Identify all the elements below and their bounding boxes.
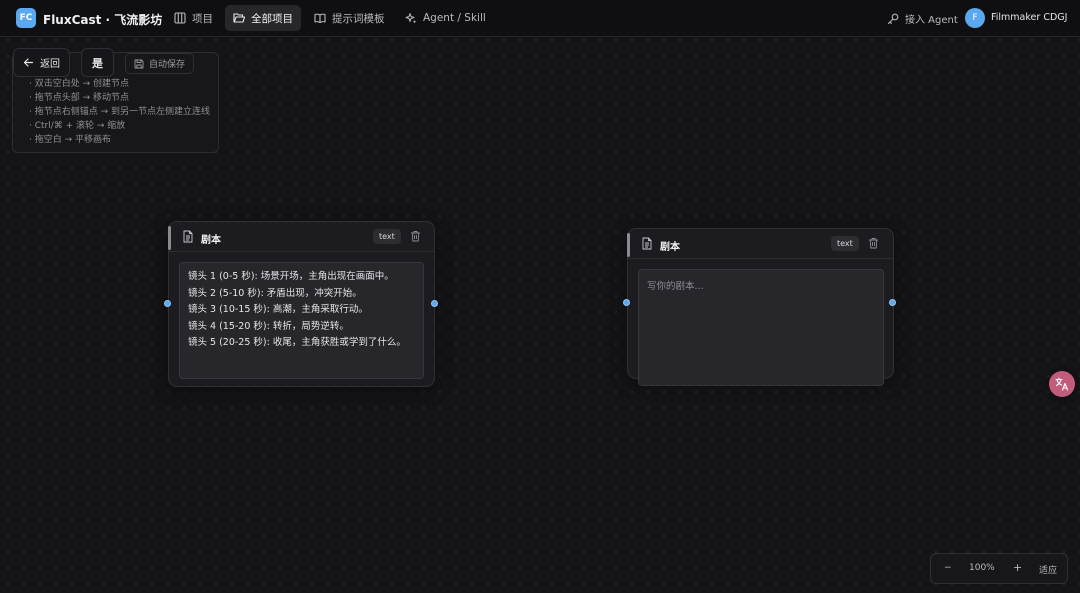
nav-agent-skill-label: Agent / Skill (423, 12, 486, 24)
nav-all-projects[interactable]: 全部项目 (225, 5, 301, 31)
nav-prompt-templates[interactable]: 提示词模板 (306, 5, 393, 31)
script-textarea[interactable]: 写你的剧本... (638, 269, 884, 386)
trash-icon[interactable] (410, 230, 421, 242)
translate-button[interactable] (1049, 371, 1075, 397)
output-port[interactable] (889, 299, 896, 306)
folder-open-icon (233, 13, 245, 23)
help-item: · 双击空白处 → 创建节点 (29, 79, 129, 89)
nav-projects[interactable]: 项目 (166, 5, 221, 31)
document-icon (183, 230, 193, 243)
back-button[interactable]: 返回 (13, 48, 70, 77)
back-label: 返回 (40, 59, 60, 70)
trash-icon[interactable] (868, 237, 879, 249)
input-port[interactable] (623, 299, 630, 306)
nav-projects-label: 项目 (192, 12, 213, 25)
zoom-in-button[interactable]: + (1013, 561, 1022, 574)
grid-icon (174, 12, 186, 24)
script-node-empty[interactable]: 剧本 text 写你的剧本... (627, 228, 894, 386)
connect-agent-button[interactable]: 接入 Agent (887, 11, 958, 26)
confirm-button[interactable]: 是 (81, 48, 114, 77)
script-line: 镜头 2 (5-10 秒): 矛盾出现，冲突开始。 (188, 287, 362, 299)
top-bar: FC FluxCast · 飞流影坊 项目 全部项目 提示词模板 Agent /… (0, 0, 1080, 37)
help-item: · 拖节点头部 → 移动节点 (29, 93, 129, 103)
document-icon (642, 237, 652, 250)
fit-view-button[interactable]: 适应 (1039, 563, 1057, 576)
autosave-button[interactable]: 自动保存 (125, 53, 195, 74)
sparkle-icon (405, 13, 417, 24)
autosave-label: 自动保存 (149, 60, 186, 70)
zoom-out-button[interactable]: − (944, 563, 952, 573)
script-content: 镜头 1 (0-5 秒): 场景开场，主角出现在画面中。 镜头 2 (5-10 … (188, 269, 406, 352)
script-node[interactable]: 剧本 text 镜头 1 (0-5 秒): 场景开场，主角出现在画面中。 镜头 … (168, 221, 435, 387)
help-item: · Ctrl/⌘ + 滚轮 → 缩放 (29, 121, 126, 131)
script-placeholder: 写你的剧本... (647, 281, 704, 292)
nav-prompt-templates-label: 提示词模板 (332, 12, 385, 25)
node-header[interactable]: 剧本 text (628, 229, 893, 259)
user-name[interactable]: Filmmaker CDGJ (991, 12, 1067, 23)
help-item: · 拖节点右侧锚点 → 到另一节点左侧建立连线 (29, 107, 210, 117)
zoom-controls: − 100% + 适应 (930, 553, 1068, 584)
node-header[interactable]: 剧本 text (169, 222, 434, 252)
zoom-level: 100% (969, 563, 995, 573)
avatar[interactable]: F (965, 8, 985, 28)
save-icon (134, 59, 144, 68)
arrow-left-icon (23, 58, 34, 67)
script-line: 镜头 4 (15-20 秒): 转折，局势逆转。 (188, 320, 349, 332)
key-icon (887, 13, 899, 24)
script-line: 镜头 1 (0-5 秒): 场景开场，主角出现在画面中。 (188, 271, 394, 282)
input-port[interactable] (164, 300, 171, 307)
script-line: 镜头 3 (10-15 秒): 高潮，主角采取行动。 (188, 304, 368, 315)
app-title[interactable]: FluxCast · 飞流影坊 (43, 11, 162, 28)
nav-all-projects-label: 全部项目 (251, 12, 293, 25)
nav-agent-skill[interactable]: Agent / Skill (397, 5, 494, 31)
node-type-badge: text (831, 236, 859, 251)
help-item: · 拖空白 → 平移画布 (29, 135, 111, 145)
script-textarea[interactable]: 镜头 1 (0-5 秒): 场景开场，主角出现在画面中。 镜头 2 (5-10 … (179, 262, 424, 379)
app-logo[interactable]: FC (16, 8, 36, 28)
output-port[interactable] (431, 300, 438, 307)
connect-agent-label: 接入 Agent (905, 15, 958, 26)
node-title: 剧本 (660, 242, 680, 253)
translate-icon (1055, 377, 1069, 391)
script-line: 镜头 5 (20-25 秒): 收尾，主角获胜或学到了什么。 (188, 337, 406, 348)
book-icon (314, 13, 326, 24)
help-list: · 双击空白处 → 创建节点 · 拖节点头部 → 移动节点 · 拖节点右侧锚点 … (29, 77, 210, 147)
node-type-badge: text (373, 229, 401, 244)
node-title: 剧本 (201, 235, 221, 246)
